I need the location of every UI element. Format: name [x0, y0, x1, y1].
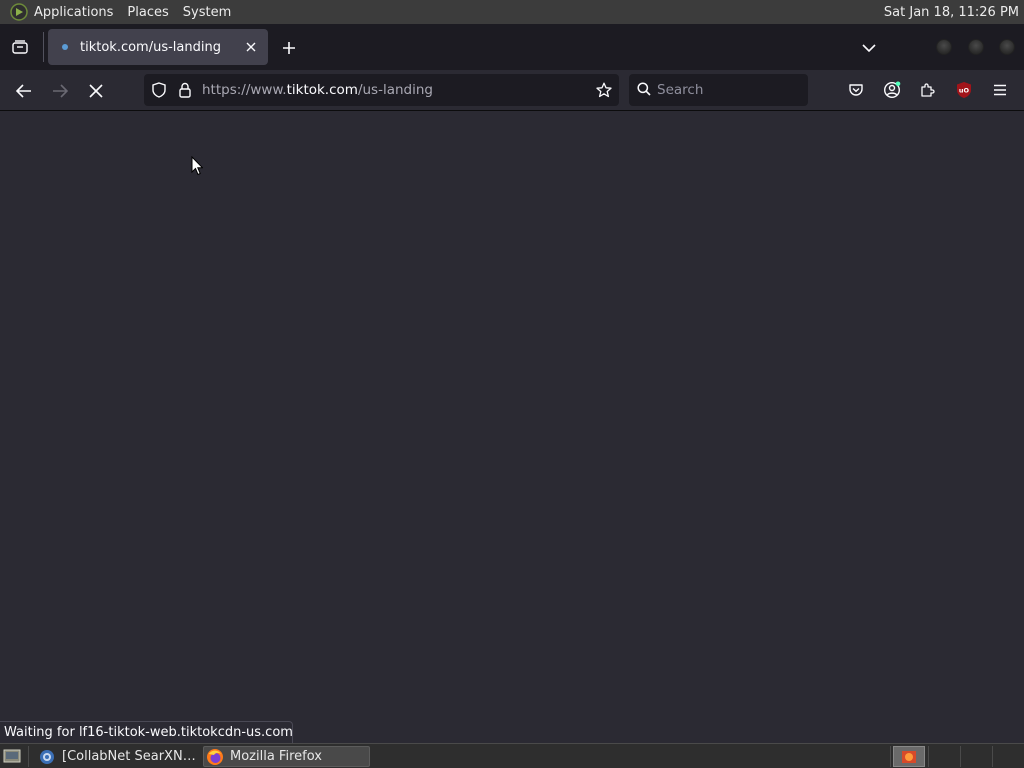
- arrow-right-icon: [53, 84, 68, 98]
- ublock-origin-icon[interactable]: uO: [954, 80, 974, 100]
- menu-system[interactable]: System: [183, 5, 231, 20]
- mouse-pointer-icon: [191, 156, 203, 176]
- lock-icon[interactable]: [176, 81, 194, 99]
- list-all-tabs-button[interactable]: [858, 37, 880, 59]
- url-path: /us-landing: [357, 82, 433, 98]
- svg-text:uO: uO: [959, 87, 970, 95]
- firefox-view-button[interactable]: [8, 36, 32, 58]
- browser-globe-icon: [38, 748, 56, 766]
- back-button[interactable]: [11, 78, 37, 104]
- tracking-protection-shield-icon[interactable]: [150, 81, 168, 99]
- window-close-button[interactable]: [999, 39, 1015, 55]
- search-bar[interactable]: Search: [629, 74, 808, 106]
- workspace-switcher-1[interactable]: [893, 746, 925, 767]
- stop-x-icon: [89, 84, 103, 98]
- arrow-left-icon: [16, 84, 31, 98]
- distro-logo-icon[interactable]: [10, 3, 28, 21]
- taskbar-separator: [960, 746, 961, 767]
- hamburger-menu-icon[interactable]: [990, 80, 1010, 100]
- plus-icon: [283, 42, 295, 54]
- tab-close-icon[interactable]: [242, 38, 260, 56]
- search-placeholder: Search: [657, 82, 704, 98]
- taskbar-separator: [928, 746, 929, 767]
- task-label: Mozilla Firefox: [230, 749, 322, 764]
- tab-tiktok[interactable]: tiktok.com/us-landing: [48, 29, 268, 65]
- window-minimize-button[interactable]: [936, 39, 952, 55]
- page-content[interactable]: [0, 111, 1024, 743]
- pocket-icon[interactable]: [846, 80, 866, 100]
- status-panel: Waiting for lf16-tiktok-web.tiktokcdn-us…: [0, 721, 293, 743]
- top-panel: Applications Places System Sat Jan 18, 1…: [0, 0, 1024, 24]
- taskbar-separator: [890, 746, 891, 767]
- show-desktop-button[interactable]: [2, 747, 22, 765]
- loading-favicon-icon: [62, 44, 68, 50]
- search-icon: [637, 81, 651, 100]
- url-prefix: https://www.: [202, 82, 287, 98]
- new-tab-button[interactable]: [278, 37, 300, 59]
- firefox-view-icon: [12, 40, 28, 54]
- chevron-down-icon: [862, 44, 876, 53]
- taskbar-separator: [28, 746, 29, 767]
- firefox-icon: [206, 748, 224, 766]
- taskbar-separator: [992, 746, 993, 767]
- taskbar: [CollabNet SearXN… Mozilla Firefox: [0, 743, 1024, 768]
- url-bar[interactable]: https://www.tiktok.com/us-landing: [144, 74, 619, 106]
- tab-strip: tiktok.com/us-landing: [0, 24, 1024, 70]
- extensions-puzzle-icon[interactable]: [918, 80, 938, 100]
- menu-applications[interactable]: Applications: [34, 5, 113, 20]
- url-host: tiktok.com: [286, 82, 358, 98]
- tab-separator: [43, 32, 44, 62]
- url-text[interactable]: https://www.tiktok.com/us-landing: [202, 82, 433, 98]
- panel-clock[interactable]: Sat Jan 18, 11:26 PM: [884, 5, 1019, 20]
- menu-places[interactable]: Places: [127, 5, 168, 20]
- taskbar-task-searxng[interactable]: [CollabNet SearXN…: [36, 746, 196, 767]
- task-label: [CollabNet SearXN…: [62, 749, 196, 764]
- firefox-icon: [902, 750, 916, 763]
- navigation-toolbar: https://www.tiktok.com/us-landing Search: [0, 70, 1024, 111]
- bookmark-star-icon[interactable]: [595, 81, 613, 99]
- window-maximize-button[interactable]: [968, 39, 984, 55]
- stop-button[interactable]: [83, 78, 109, 104]
- account-icon[interactable]: [882, 80, 902, 100]
- desktop-icon: [3, 749, 21, 763]
- forward-button[interactable]: [47, 78, 73, 104]
- taskbar-task-firefox[interactable]: Mozilla Firefox: [203, 746, 370, 767]
- tab-title: tiktok.com/us-landing: [80, 39, 221, 55]
